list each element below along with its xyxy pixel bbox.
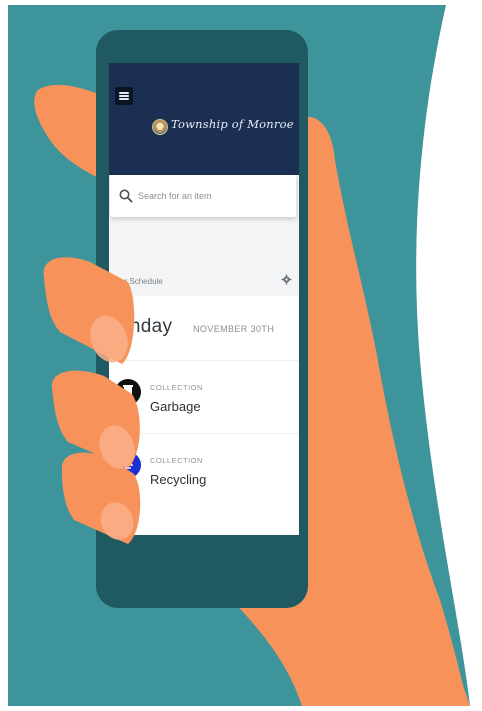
hand-fingers: [43, 257, 141, 544]
